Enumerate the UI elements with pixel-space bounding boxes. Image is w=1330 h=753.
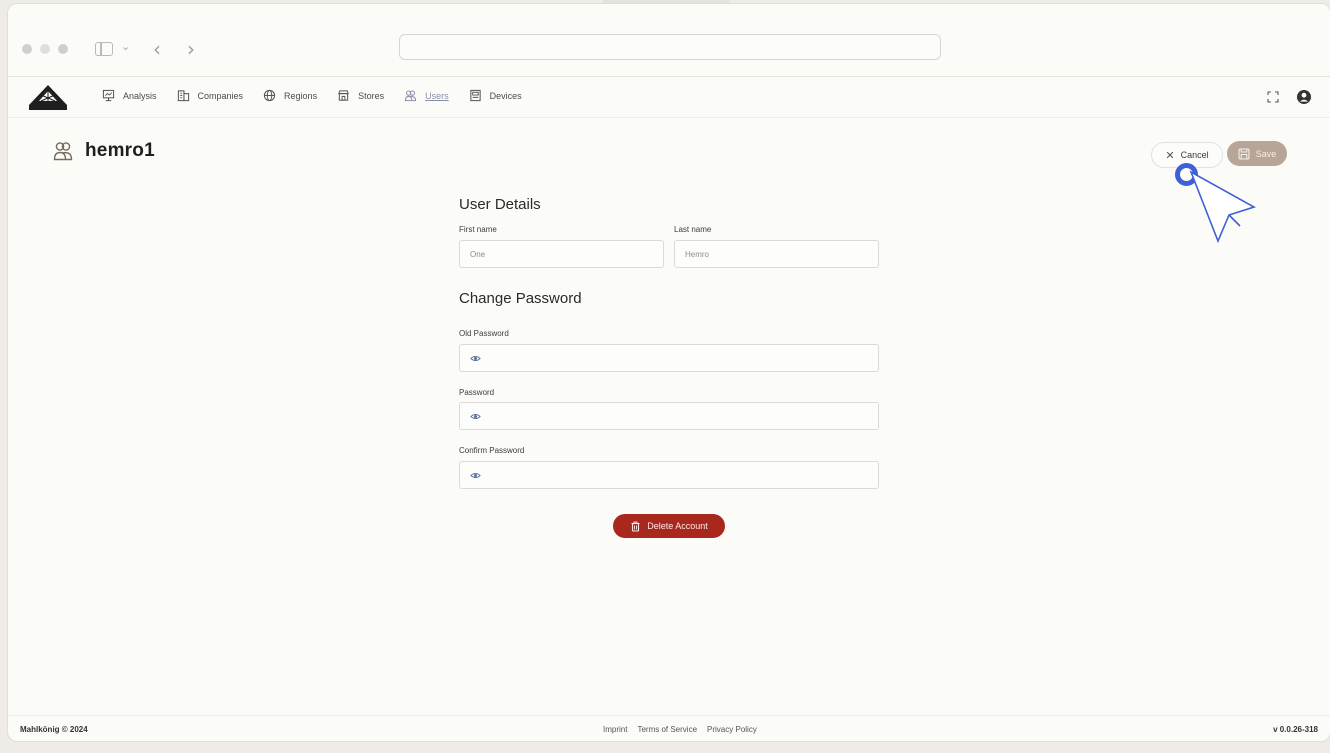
change-password-heading: Change Password	[459, 290, 582, 307]
footer: Mahlkönig © 2024 Imprint Terms of Servic…	[8, 715, 1330, 741]
window-zoom-dot[interactable]	[58, 44, 68, 54]
window-close-dot[interactable]	[22, 44, 32, 54]
nav-item-regions[interactable]: Regions	[263, 89, 317, 102]
eye-icon[interactable]	[470, 411, 481, 422]
old-password-field[interactable]	[459, 344, 879, 372]
users-icon	[53, 142, 73, 161]
buildings-icon	[177, 90, 189, 102]
nav-label: Devices	[489, 90, 522, 101]
main-nav: Analysis Companies Regions Stores Users …	[102, 89, 542, 102]
version-label: v 0.0.26-318	[1273, 725, 1318, 734]
presentation-icon	[102, 89, 115, 102]
back-arrow-icon[interactable]: ‹	[153, 37, 161, 61]
nav-item-devices[interactable]: Devices	[469, 89, 522, 102]
nav-item-analysis[interactable]: Analysis	[102, 89, 157, 102]
address-bar[interactable]	[399, 34, 941, 60]
nav-item-companies[interactable]: Companies	[177, 89, 244, 102]
page-header: hemro1	[52, 140, 155, 162]
account-icon[interactable]	[1296, 89, 1312, 105]
footer-link-terms[interactable]: Terms of Service	[637, 725, 697, 734]
cancel-label: Cancel	[1180, 150, 1209, 160]
nav-label: Regions	[284, 90, 318, 101]
forward-arrow-icon[interactable]: ›	[187, 37, 195, 61]
footer-links: Imprint Terms of Service Privacy Policy	[603, 725, 757, 734]
globe-icon	[263, 89, 276, 102]
save-label: Save	[1255, 148, 1277, 159]
footer-link-privacy[interactable]: Privacy Policy	[707, 725, 757, 734]
fullscreen-icon[interactable]	[1266, 90, 1280, 104]
footer-link-imprint[interactable]: Imprint	[603, 725, 627, 734]
device-icon	[469, 89, 481, 102]
app-navbar: Analysis Companies Regions Stores Users …	[8, 77, 1330, 118]
nav-label: Stores	[358, 90, 385, 101]
sidebar-toggle-icon[interactable]	[95, 42, 113, 56]
eye-icon[interactable]	[470, 470, 481, 481]
old-password-label: Old Password	[459, 329, 509, 338]
eye-icon[interactable]	[470, 353, 481, 364]
page-title: hemro1	[85, 140, 155, 161]
nav-label: Users	[425, 90, 449, 101]
pointer-cursor-icon	[1189, 170, 1257, 244]
delete-account-button[interactable]: Delete Account	[613, 514, 725, 538]
save-icon	[1238, 147, 1250, 160]
user-details-heading: User Details	[459, 196, 541, 213]
users-icon	[404, 90, 417, 102]
nav-item-stores[interactable]: Stores	[337, 89, 384, 102]
nav-item-users[interactable]: Users	[404, 89, 449, 102]
delete-account-label: Delete Account	[647, 521, 708, 531]
save-button[interactable]: Save	[1227, 141, 1287, 166]
browser-window: ⌄ ‹ › Analysis Companies Regions Stores …	[7, 3, 1330, 742]
password-field[interactable]	[459, 402, 879, 430]
copyright: Mahlkönig © 2024	[20, 725, 88, 734]
trash-icon	[631, 521, 640, 532]
close-icon: ✕	[1165, 149, 1175, 162]
confirm-password-field[interactable]	[459, 461, 879, 489]
store-icon	[338, 90, 349, 101]
nav-label: Companies	[197, 90, 244, 101]
confirm-password-label: Confirm Password	[459, 446, 525, 455]
nav-label: Analysis	[123, 90, 157, 101]
first-name-label: First name	[459, 225, 497, 234]
first-name-field[interactable]: One	[459, 240, 664, 268]
password-label: Password	[459, 388, 495, 397]
chevron-down-icon[interactable]: ⌄	[121, 40, 130, 53]
last-name-label: Last name	[674, 225, 712, 234]
last-name-field[interactable]: Hemro	[674, 240, 879, 268]
mahlkonig-logo[interactable]	[25, 83, 71, 111]
window-minimize-dot[interactable]	[40, 44, 50, 54]
browser-chrome: ⌄ ‹ ›	[8, 4, 1330, 77]
